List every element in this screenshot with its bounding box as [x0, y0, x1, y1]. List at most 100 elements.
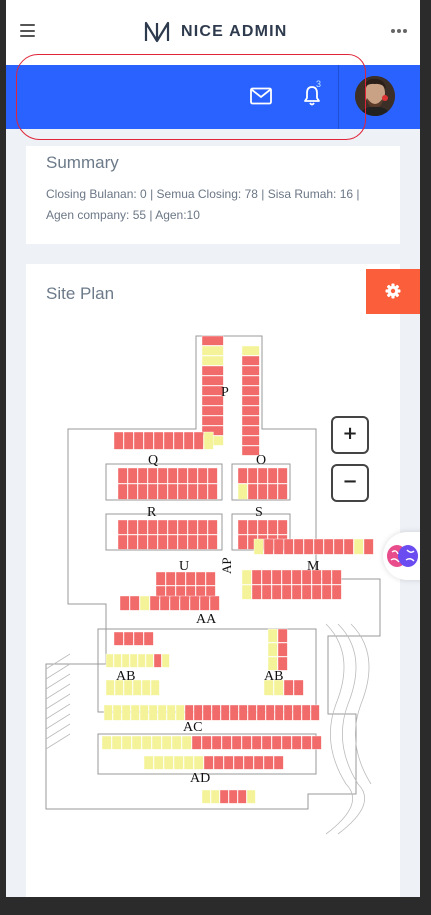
plot-cell: [251, 735, 262, 750]
plot-cell: [171, 735, 182, 750]
plot-cell: [281, 584, 292, 600]
plot-cell: [137, 483, 148, 500]
plot-cell: [253, 755, 264, 770]
plot-cell: [161, 735, 172, 750]
plot-cell: [241, 735, 252, 750]
plot-cell: [197, 467, 208, 484]
plot-cell: [101, 735, 112, 750]
plot-cell: [123, 631, 134, 646]
plot-cell: [119, 595, 130, 611]
plot-cell: [273, 755, 284, 770]
plot-cell: [241, 385, 260, 396]
plot-cell: [123, 431, 134, 450]
plot-cell: [271, 584, 282, 600]
plot-cell: [137, 534, 148, 550]
assistant-button[interactable]: [383, 532, 420, 580]
plot-cell: [263, 755, 274, 770]
plot-cell: [271, 735, 282, 750]
plot-cell: [143, 755, 154, 770]
plot-cell: [173, 431, 184, 450]
plot-cell: [261, 584, 272, 600]
block-label: AD: [190, 771, 210, 786]
plot-cell: [183, 755, 194, 770]
plot-cell: [210, 789, 220, 804]
plot-cell: [137, 519, 148, 535]
plot-cell: [167, 519, 178, 535]
plot-cell: [141, 735, 152, 750]
plot-cell: [197, 534, 208, 550]
site-plan-map[interactable]: P Q O R S U AP M AA AB AB AC AD: [26, 324, 400, 864]
plot-cell: [153, 431, 164, 450]
summary-stats: Closing Bulanan: 0 | Semua Closing: 78 |…: [46, 187, 360, 222]
plot-cell: [265, 704, 275, 721]
plot-cell: [207, 483, 218, 500]
plot-cell: [121, 735, 132, 750]
plot-cell: [112, 704, 122, 721]
plot-cell: [201, 355, 224, 366]
plot-cell: [211, 704, 221, 721]
plot-cell: [231, 735, 242, 750]
plot-cell: [197, 519, 208, 535]
plot-cell: [291, 569, 302, 585]
plot-cell: [129, 653, 138, 668]
plot-cell: [363, 538, 374, 555]
plot-cell: [117, 519, 128, 535]
plot-cell: [237, 483, 248, 500]
plot-cell: [253, 538, 264, 555]
plot-cell: [181, 735, 192, 750]
plot-cell: [277, 628, 288, 643]
plot-blocks[interactable]: [101, 335, 374, 804]
plot-cell: [148, 704, 158, 721]
plot-cell: [201, 335, 224, 346]
plot-cell: [177, 483, 188, 500]
brain-icon: [387, 545, 418, 567]
plot-cell: [333, 538, 344, 555]
plot-cell: [241, 569, 252, 585]
plot-cell: [139, 595, 150, 611]
settings-button[interactable]: [366, 269, 420, 314]
plot-cell: [193, 431, 204, 450]
plot-cell: [105, 679, 115, 696]
block-label: O: [256, 453, 266, 468]
block-label: Q: [148, 453, 158, 468]
plot-cell: [301, 704, 311, 721]
plot-cell: [241, 345, 260, 356]
plot-cell: [277, 483, 288, 500]
plot-cell: [257, 467, 268, 484]
plot-cell: [163, 431, 174, 450]
plot-cell: [187, 467, 198, 484]
zoom-out-button[interactable]: −: [331, 464, 369, 502]
plot-cell: [246, 789, 256, 804]
plot-cell: [141, 679, 151, 696]
plot-cell: [211, 735, 222, 750]
plot-cell: [267, 483, 278, 500]
brand-logo-icon: [144, 21, 170, 43]
plot-cell: [281, 735, 292, 750]
brand[interactable]: NICE ADMIN: [143, 20, 288, 44]
zoom-in-button[interactable]: +: [331, 416, 369, 454]
plot-cell: [293, 538, 304, 555]
plot-cell: [187, 483, 198, 500]
plot-cell: [117, 483, 128, 500]
plot-cell: [121, 653, 130, 668]
plot-cell: [127, 467, 138, 484]
plot-cell: [241, 435, 260, 446]
summary-card: Summary Closing Bulanan: 0 | Semua Closi…: [26, 146, 400, 244]
plot-cell: [291, 584, 302, 600]
plot-cell: [167, 467, 178, 484]
plot-cell: [311, 735, 322, 750]
plot-cell: [274, 704, 284, 721]
plot-cell: [129, 595, 140, 611]
menu-icon[interactable]: [20, 24, 35, 37]
plot-cell: [163, 755, 174, 770]
plot-cell: [201, 735, 212, 750]
plot-cell: [153, 755, 164, 770]
block-label: AP: [219, 557, 234, 574]
more-icon[interactable]: [391, 29, 407, 33]
plot-cell: [143, 431, 154, 450]
plot-cell: [247, 467, 258, 484]
plot-cell: [321, 584, 332, 600]
plot-cell: [241, 425, 260, 436]
plot-cell: [177, 467, 188, 484]
plot-cell: [310, 704, 320, 721]
